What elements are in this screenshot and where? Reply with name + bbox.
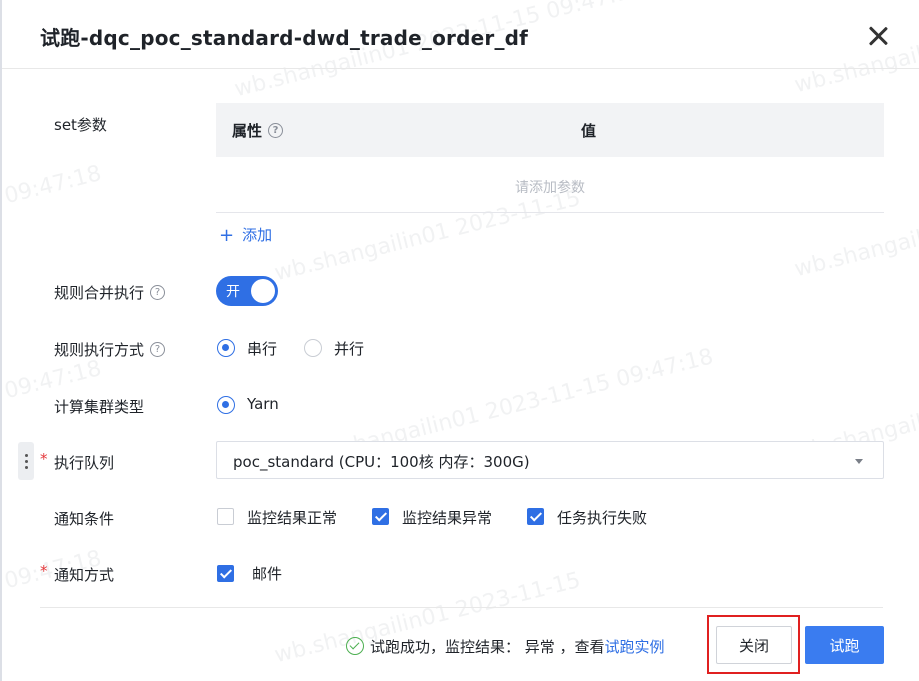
switch-knob (251, 279, 275, 303)
table-empty-row: 请添加参数 (216, 157, 884, 213)
dialog-title: 试跑-dqc_poc_standard-dwd_trade_order_df (40, 26, 529, 50)
merge-rule-label: 规则合并执行? (54, 282, 166, 303)
footer-divider (40, 607, 883, 608)
checkbox-monitor-abnormal-label: 监控结果异常 (402, 509, 493, 527)
trial-run-button[interactable]: 试跑 (805, 626, 884, 664)
radio-parallel[interactable] (304, 339, 322, 357)
radio-serial-label: 串行 (247, 340, 278, 358)
help-icon[interactable]: ? (150, 342, 166, 357)
empty-placeholder: 请添加参数 (515, 180, 585, 196)
cluster-type-label: 计算集群类型 (54, 398, 145, 416)
set-params-table: 属性? 值 请添加参数 (216, 103, 884, 213)
column-header-value: 值 (581, 122, 597, 140)
checkbox-monitor-normal-label: 监控结果正常 (247, 509, 338, 527)
notify-condition-label: 通知条件 (54, 510, 115, 528)
close-icon[interactable] (866, 24, 890, 48)
checkbox-task-failed-label: 任务执行失败 (557, 509, 648, 527)
dialog-header: 试跑-dqc_poc_standard-dwd_trade_order_df (2, 0, 919, 69)
queue-select[interactable]: poc_standard (CPU：100核 内存：300G) (216, 441, 884, 479)
exec-mode-label: 规则执行方式? (54, 339, 166, 360)
checkbox-monitor-abnormal[interactable] (372, 508, 389, 525)
required-mark: * (40, 450, 48, 468)
help-icon[interactable]: ? (268, 123, 284, 138)
plus-icon: + (219, 225, 235, 246)
notify-method-label: 通知方式 (54, 566, 115, 584)
close-button[interactable]: 关闭 (716, 626, 792, 664)
switch-on-text: 开 (226, 284, 240, 300)
trial-run-status: 试跑成功，监控结果： 异常 ，查看试跑实例 (346, 636, 665, 657)
status-text: 试跑成功，监控结果： 异常 ，查看 (370, 638, 605, 656)
check-circle-icon (346, 636, 364, 655)
radio-yarn-label: Yarn (247, 395, 279, 413)
checkbox-task-failed[interactable] (527, 508, 544, 525)
caret-down-icon (855, 459, 863, 464)
checkbox-monitor-normal[interactable] (217, 508, 234, 525)
queue-selected-value: poc_standard (CPU：100核 内存：300G) (233, 453, 530, 471)
add-param-button[interactable]: + 添加 (219, 224, 273, 246)
trial-run-dialog: wb.shangailin01 2023-11-15 09:47:18 wb.s… (0, 0, 919, 681)
required-mark: * (40, 562, 48, 580)
column-header-attribute: 属性? (232, 120, 284, 141)
watermark: 09:47:18 (2, 161, 104, 210)
merge-rule-switch[interactable]: 开 (216, 276, 278, 306)
trial-instance-link[interactable]: 试跑实例 (605, 638, 665, 656)
radio-parallel-label: 并行 (334, 340, 365, 358)
queue-label: 执行队列 (54, 454, 115, 472)
add-param-label: 添加 (242, 226, 273, 244)
help-icon[interactable]: ? (150, 285, 166, 300)
checkbox-email[interactable] (217, 565, 234, 582)
set-params-label: set参数 (54, 116, 107, 134)
watermark: wb.shangailin01 (792, 214, 919, 283)
table-header: 属性? 值 (216, 103, 884, 157)
radio-serial[interactable] (217, 339, 235, 357)
radio-yarn[interactable] (217, 396, 235, 414)
checkbox-email-label: 邮件 (252, 565, 283, 583)
drag-handle[interactable] (18, 442, 34, 480)
